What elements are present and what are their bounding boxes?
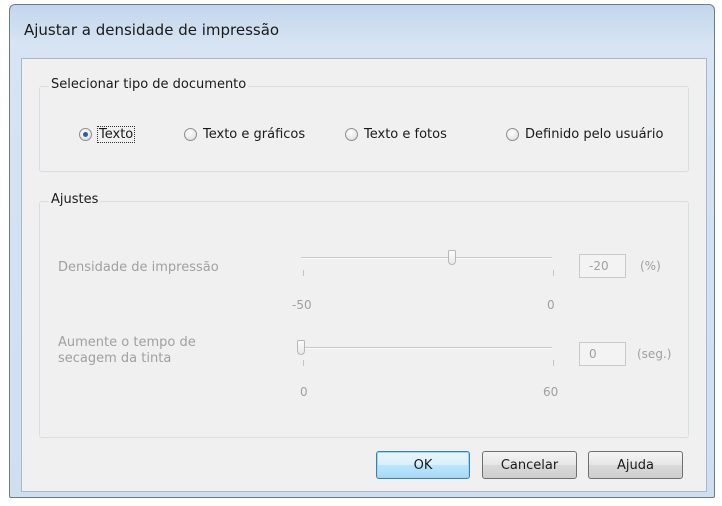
drying-time-label: Aumente o tempo de secagem da tinta xyxy=(58,335,196,367)
density-value-field[interactable]: -20 xyxy=(579,254,626,278)
ok-button[interactable]: OK xyxy=(376,451,470,479)
adjustments-group-label: Ajustes xyxy=(49,192,101,207)
density-tick-max xyxy=(553,270,554,276)
drying-slider-thumb[interactable] xyxy=(297,340,305,355)
document-type-group-label: Selecionar tipo de documento xyxy=(49,77,249,92)
radio-texto-label: Texto xyxy=(96,126,136,143)
cancel-button[interactable]: Cancelar xyxy=(482,451,577,479)
drying-time-label-line2: secagem da tinta xyxy=(58,351,172,366)
radio-definido-pelo-usuario-label: Definido pelo usuário xyxy=(525,127,664,142)
density-tick-min xyxy=(303,270,304,276)
dialog-client-area: Selecionar tipo de documento Texto Texto… xyxy=(21,58,707,492)
window-title: Ajustar a densidade de impressão xyxy=(24,21,280,39)
drying-tick-max xyxy=(553,360,554,366)
density-unit: (%) xyxy=(640,259,661,273)
density-label: Densidade de impressão xyxy=(58,260,219,275)
dialog-window: Ajustar a densidade de impressão Selecio… xyxy=(9,4,715,498)
radio-texto-e-graficos-label: Texto e gráficos xyxy=(203,127,306,142)
adjustments-group xyxy=(39,201,689,438)
radio-indicator xyxy=(506,128,519,141)
drying-value-field[interactable]: 0 xyxy=(579,342,626,366)
drying-tick-min xyxy=(303,360,304,366)
radio-indicator xyxy=(79,128,92,141)
drying-time-label-line1: Aumente o tempo de xyxy=(58,335,196,350)
radio-texto[interactable]: Texto xyxy=(79,126,136,143)
radio-definido-pelo-usuario[interactable]: Definido pelo usuário xyxy=(506,127,663,142)
radio-texto-e-graficos[interactable]: Texto e gráficos xyxy=(184,127,305,142)
drying-unit: (seg.) xyxy=(637,347,672,361)
radio-indicator xyxy=(184,128,197,141)
drying-max-label: 60 xyxy=(543,385,559,399)
drying-min-label: 0 xyxy=(300,385,308,399)
radio-indicator xyxy=(345,128,358,141)
radio-texto-e-fotos[interactable]: Texto e fotos xyxy=(345,127,447,142)
density-slider-track[interactable] xyxy=(301,257,552,259)
help-button[interactable]: Ajuda xyxy=(588,451,683,479)
drying-slider-track[interactable] xyxy=(301,347,552,349)
radio-texto-e-fotos-label: Texto e fotos xyxy=(364,127,447,142)
density-slider-thumb[interactable] xyxy=(447,250,456,265)
density-max-label: 0 xyxy=(547,298,555,312)
density-min-label: -50 xyxy=(292,298,312,312)
